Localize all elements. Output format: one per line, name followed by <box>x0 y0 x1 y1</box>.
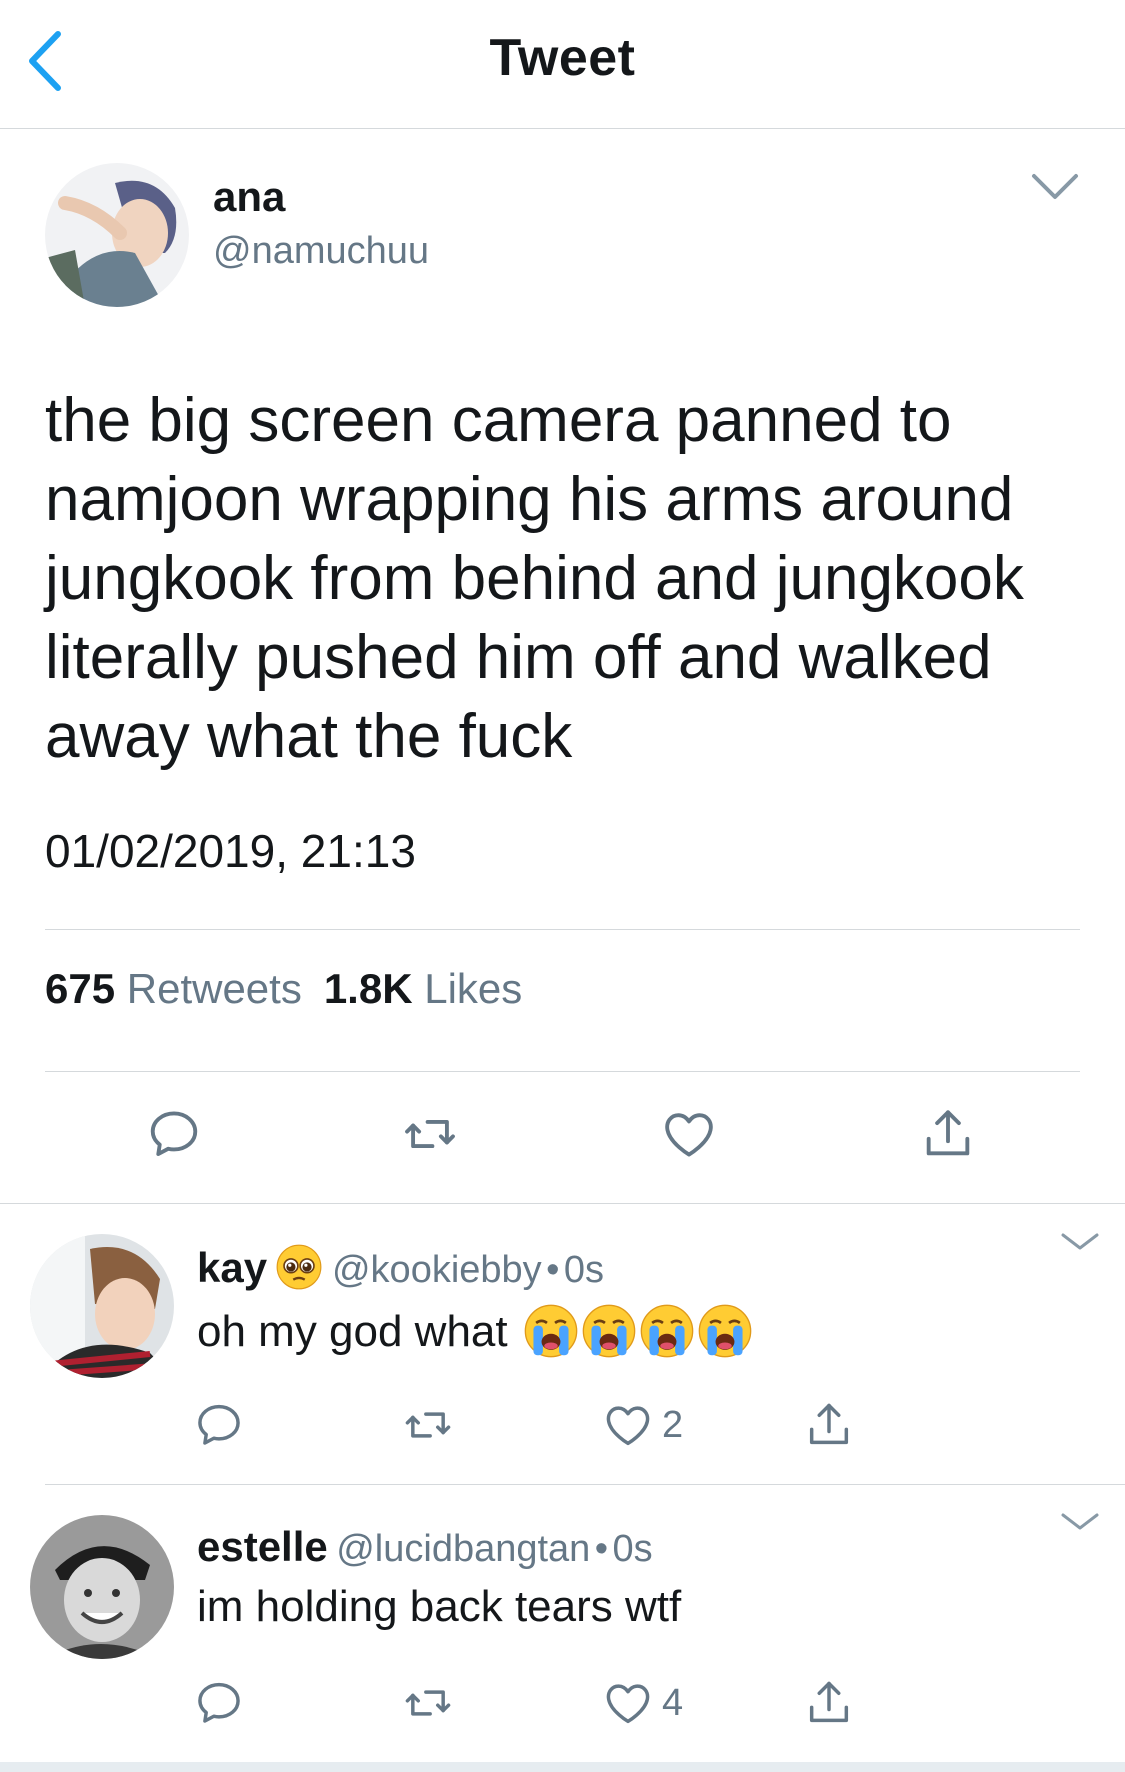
retweets-count: 675 <box>45 965 116 1012</box>
like-icon[interactable] <box>602 1677 654 1729</box>
display-name[interactable]: kay <box>197 1244 267 1291</box>
display-name[interactable]: ana <box>213 173 285 221</box>
like-count: 4 <box>662 1682 684 1724</box>
main-tweet: ana @namuchuu the big screen camera pann… <box>0 129 1125 1205</box>
like-count: 2 <box>662 1404 684 1446</box>
reply-time: 0s <box>612 1528 653 1570</box>
loudly-crying-face-icon <box>582 1304 636 1358</box>
tweet-stats: 675 Retweets 1.8K Likes <box>45 965 544 1013</box>
loudly-crying-face-icon <box>640 1304 694 1358</box>
likes-count: 1.8K <box>323 965 413 1012</box>
share-icon[interactable] <box>919 1105 977 1163</box>
tweet-timestamp: 01/02/2019, 21:13 <box>45 825 416 877</box>
user-handle[interactable]: @kookiebby <box>332 1249 542 1291</box>
loudly-crying-face-icon <box>698 1304 752 1358</box>
display-name[interactable]: estelle <box>197 1523 328 1570</box>
bottom-separator <box>0 1762 1125 1772</box>
chevron-down-icon[interactable] <box>1060 1512 1100 1532</box>
reply-text: oh my god what <box>197 1307 508 1356</box>
divider <box>45 929 1080 930</box>
retweet-icon[interactable] <box>402 1677 454 1729</box>
avatar[interactable] <box>30 1515 174 1659</box>
reply-icon[interactable] <box>193 1399 245 1451</box>
user-handle[interactable]: @lucidbangtan <box>336 1528 590 1570</box>
reply-text-row: oh my god what <box>197 1304 752 1358</box>
like-icon[interactable] <box>602 1399 654 1451</box>
likes-stat[interactable]: 1.8K Likes <box>324 965 522 1013</box>
retweets-stat[interactable]: 675 Retweets <box>45 965 302 1013</box>
reply-tweet[interactable]: estelle @lucidbangtan • 0s im holding ba… <box>0 1485 1125 1762</box>
reply-tweet[interactable]: kay @kookiebby • 0s oh my god what 2 <box>0 1204 1125 1484</box>
page-title: Tweet <box>489 29 636 87</box>
reply-header: kay @kookiebby • 0s <box>197 1244 604 1292</box>
pleading-face-icon <box>276 1244 322 1290</box>
retweet-icon[interactable] <box>401 1105 459 1163</box>
loudly-crying-face-icon <box>524 1304 578 1358</box>
tweet-text: the big screen camera panned to namjoon … <box>45 386 1024 771</box>
share-icon[interactable] <box>803 1677 855 1729</box>
retweets-label: Retweets <box>126 965 302 1012</box>
share-icon[interactable] <box>803 1399 855 1451</box>
reply-icon[interactable] <box>193 1677 245 1729</box>
reply-header: estelle @lucidbangtan • 0s <box>197 1523 653 1571</box>
reply-time: 0s <box>563 1249 605 1291</box>
reply-icon[interactable] <box>145 1105 203 1163</box>
chevron-down-icon[interactable] <box>1060 1232 1100 1252</box>
separator-dot: • <box>546 1249 560 1291</box>
avatar[interactable] <box>30 1234 174 1378</box>
user-handle[interactable]: @namuchuu <box>213 230 429 273</box>
likes-label: Likes <box>424 965 523 1012</box>
avatar[interactable] <box>45 163 189 307</box>
navigation-header: Tweet <box>0 0 1125 129</box>
separator-dot: • <box>594 1528 609 1570</box>
chevron-down-icon[interactable] <box>1030 172 1080 202</box>
retweet-icon[interactable] <box>402 1399 454 1451</box>
like-icon[interactable] <box>660 1105 718 1163</box>
reply-text: im holding back tears wtf <box>197 1582 682 1631</box>
divider <box>45 1071 1080 1072</box>
